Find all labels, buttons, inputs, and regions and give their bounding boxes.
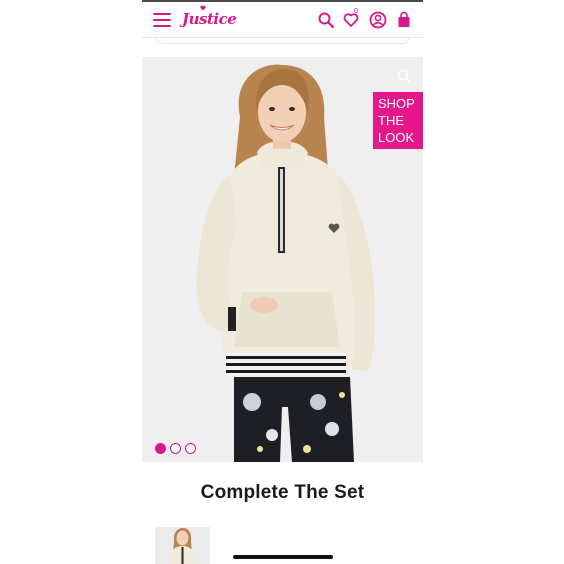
bag-count: 0: [406, 22, 410, 29]
menu-icon[interactable]: [153, 13, 171, 27]
complete-the-set-heading: Complete The Set: [200, 482, 365, 503]
site-header: Justice 0 0: [142, 2, 423, 38]
justice-logo[interactable]: Justice: [182, 10, 237, 28]
wishlist-heart-icon[interactable]: [343, 11, 361, 29]
wishlist-count: 0: [354, 8, 358, 15]
shop-the-look-line-2: THE: [378, 113, 404, 128]
thumbnail-photo: [170, 528, 195, 564]
shop-the-look-line-3: LOOK: [378, 130, 415, 145]
search-bar-edge[interactable]: [156, 38, 409, 44]
search-icon[interactable]: [317, 11, 335, 29]
carousel-dot-2[interactable]: [170, 443, 181, 454]
product-thumbnail[interactable]: [155, 527, 210, 564]
zoom-icon[interactable]: [397, 69, 411, 83]
product-image-carousel[interactable]: SHOP THE LOOK: [142, 57, 423, 462]
account-icon[interactable]: [369, 11, 387, 29]
logo-heart-icon: [200, 5, 206, 11]
bag-icon[interactable]: [395, 11, 413, 29]
shop-the-look-button[interactable]: SHOP THE LOOK: [373, 92, 423, 149]
shop-the-look-line-1: SHOP: [378, 96, 415, 111]
home-indicator[interactable]: [233, 555, 333, 559]
carousel-dot-3[interactable]: [185, 443, 196, 454]
phone-screen: Justice 0 0 SHOP THE LOOK Complete The S…: [142, 0, 423, 564]
carousel-dot-1[interactable]: [155, 443, 166, 454]
